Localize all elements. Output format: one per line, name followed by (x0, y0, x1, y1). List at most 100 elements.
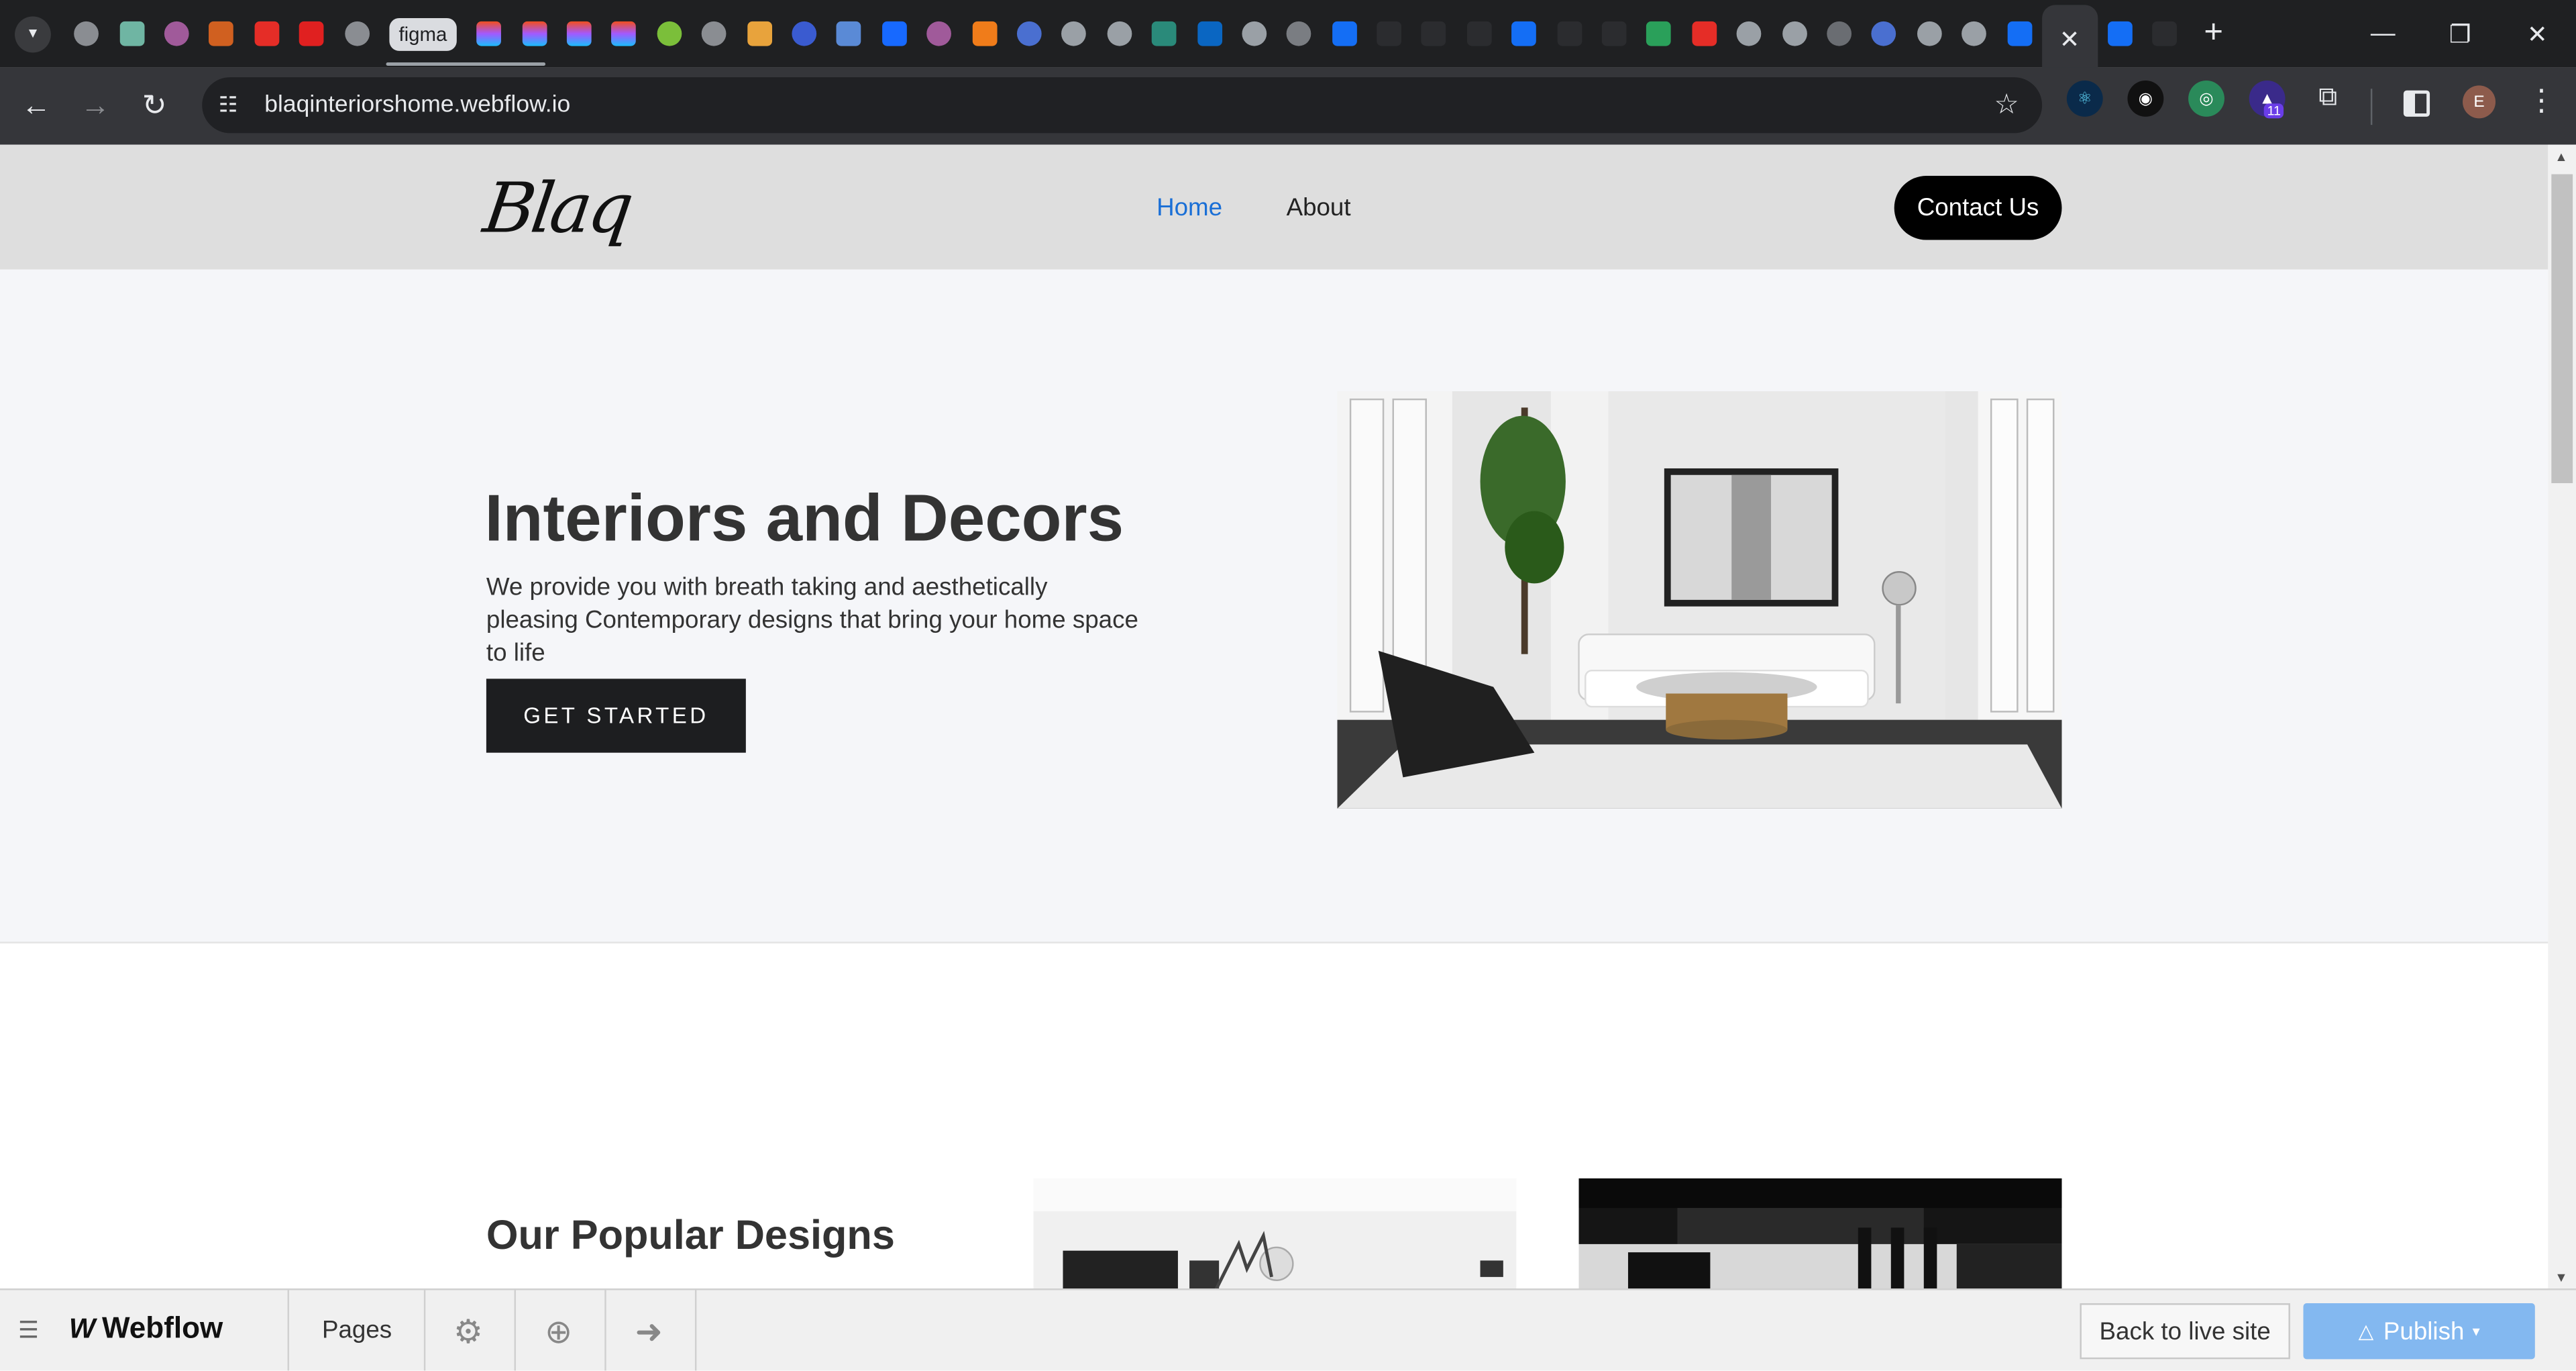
arrow-right-icon: → (80, 89, 111, 122)
browser-tab[interactable] (557, 0, 602, 67)
back-to-live-site-button[interactable]: Back to live site (2080, 1303, 2290, 1360)
contact-us-button[interactable]: Contact Us (1894, 176, 2062, 240)
publish-button[interactable]: △ Publish ▾ (2303, 1303, 2535, 1360)
browser-tab[interactable] (602, 0, 647, 67)
browser-tab[interactable] (1862, 0, 1907, 67)
extension-icon[interactable]: ◉ (2127, 81, 2164, 117)
app-icon (1827, 21, 1851, 46)
youtube-icon (254, 21, 279, 46)
browser-tab[interactable] (334, 0, 379, 67)
browser-tab[interactable] (1142, 0, 1187, 67)
browser-tab[interactable] (1187, 0, 1232, 67)
browser-tab[interactable] (1817, 0, 1862, 67)
browser-tab[interactable] (1456, 0, 1501, 67)
webflow-mark-icon: W (68, 1312, 96, 1344)
bookmark-star-icon[interactable]: ☆ (1994, 89, 2019, 121)
globe-icon (344, 21, 369, 46)
browser-tab[interactable] (1907, 0, 1951, 67)
browser-tab[interactable] (199, 0, 244, 67)
tab-group-label[interactable]: figma (388, 17, 458, 50)
hero-description: We provide you with breath taking and ae… (486, 573, 1138, 668)
rocket-icon: △ (2358, 1319, 2374, 1343)
extension-badge: 11 (2263, 103, 2284, 119)
webflow-logo[interactable]: W Webflow (69, 1311, 223, 1345)
more-menu-icon[interactable]: ⋮ (2527, 84, 2557, 118)
page-viewport: Blaq Home About Contact Us Interiors and… (0, 144, 2548, 1289)
browser-tab[interactable] (1277, 0, 1322, 67)
browser-tab[interactable] (1727, 0, 1772, 67)
side-panel-icon[interactable] (2403, 90, 2430, 117)
close-window-button[interactable]: ✕ (2499, 0, 2576, 67)
browser-tab[interactable] (1097, 0, 1142, 67)
address-bar[interactable]: ☷ blaqinteriorshome.webflow.io ☆ (202, 77, 2043, 134)
tab-search-button[interactable]: ▾ (15, 15, 51, 52)
browser-tab[interactable] (154, 0, 199, 67)
browser-tab[interactable] (1502, 0, 1547, 67)
browser-tab[interactable] (1007, 0, 1052, 67)
nav-link-about[interactable]: About (1287, 194, 1351, 222)
scroll-up-icon[interactable]: ▲ (2555, 150, 2567, 164)
browser-tab[interactable] (962, 0, 1007, 67)
browser-tab[interactable] (826, 0, 871, 67)
browser-tab[interactable] (1411, 0, 1456, 67)
browser-tab[interactable] (647, 0, 692, 67)
popular-designs-title: Our Popular Designs (486, 1213, 895, 1259)
browser-tab[interactable] (1682, 0, 1727, 67)
browser-tab[interactable] (289, 0, 334, 67)
active-tab[interactable]: ✕ (2041, 5, 2098, 72)
nav-link-home[interactable]: Home (1157, 194, 1222, 222)
get-started-button[interactable]: GET STARTED (486, 678, 746, 753)
divider (287, 1290, 290, 1371)
close-tab-icon[interactable]: ✕ (2059, 24, 2080, 54)
browser-tab[interactable] (109, 0, 154, 67)
new-tab-button[interactable]: + (2204, 15, 2223, 52)
browser-tab[interactable] (1637, 0, 1682, 67)
browser-tab[interactable] (467, 0, 512, 67)
profile-avatar[interactable]: E (2463, 85, 2496, 119)
react-devtools-icon[interactable]: ⚛ (2066, 81, 2103, 117)
logout-icon[interactable]: ➜ (628, 1310, 671, 1353)
brand-logo[interactable]: Blaq (479, 168, 635, 248)
browser-tab[interactable] (737, 0, 782, 67)
browser-tab[interactable] (2098, 0, 2143, 67)
youtube-icon (1692, 21, 1717, 46)
scrollbar-thumb[interactable] (2551, 174, 2573, 484)
browser-toolbar: ← → ↻ ☷ blaqinteriorshome.webflow.io ☆ ⚛… (0, 67, 2576, 145)
browser-tab[interactable] (692, 0, 737, 67)
browser-tab[interactable] (2143, 0, 2188, 67)
browser-tab[interactable] (871, 0, 916, 67)
pages-button[interactable]: Pages (322, 1317, 392, 1345)
browser-tab[interactable] (1232, 0, 1277, 67)
browser-tab[interactable] (512, 0, 557, 67)
back-button[interactable]: ← (7, 77, 66, 136)
page-scrollbar[interactable]: ▲ ▼ (2548, 144, 2576, 1289)
browser-tab[interactable] (1996, 0, 2041, 67)
site-info-icon[interactable]: ☷ (219, 92, 252, 118)
behance-icon (881, 21, 907, 46)
minimize-button[interactable]: — (2345, 0, 2422, 67)
divider (604, 1290, 606, 1371)
url-text[interactable]: blaqinteriorshome.webflow.io (264, 92, 570, 118)
browser-tab[interactable] (782, 0, 826, 67)
scroll-down-icon[interactable]: ▼ (2555, 1270, 2567, 1285)
reload-button[interactable]: ↻ (125, 77, 184, 136)
browser-tab[interactable] (64, 0, 109, 67)
browser-tab[interactable] (244, 0, 289, 67)
restore-button[interactable]: ❐ (2422, 0, 2499, 67)
browser-tab[interactable] (1951, 0, 1996, 67)
browser-tab[interactable] (917, 0, 962, 67)
browser-tab[interactable] (1322, 0, 1366, 67)
browser-tab[interactable] (1547, 0, 1592, 67)
tab-group-figma[interactable]: figma (379, 0, 547, 67)
puzzle-icon[interactable]: ⧉ (2310, 81, 2346, 117)
extension-icon[interactable]: ◎ (2188, 81, 2224, 117)
help-lifebuoy-icon[interactable]: ⊕ (537, 1310, 580, 1353)
forward-button[interactable]: → (66, 77, 125, 136)
figma-icon (476, 21, 502, 46)
settings-gear-icon[interactable]: ⚙ (447, 1310, 490, 1353)
menu-icon[interactable]: ☰ (18, 1317, 39, 1345)
browser-tab[interactable] (1592, 0, 1637, 67)
browser-tab[interactable] (1772, 0, 1817, 67)
browser-tab[interactable] (1366, 0, 1411, 67)
browser-tab[interactable] (1052, 0, 1097, 67)
